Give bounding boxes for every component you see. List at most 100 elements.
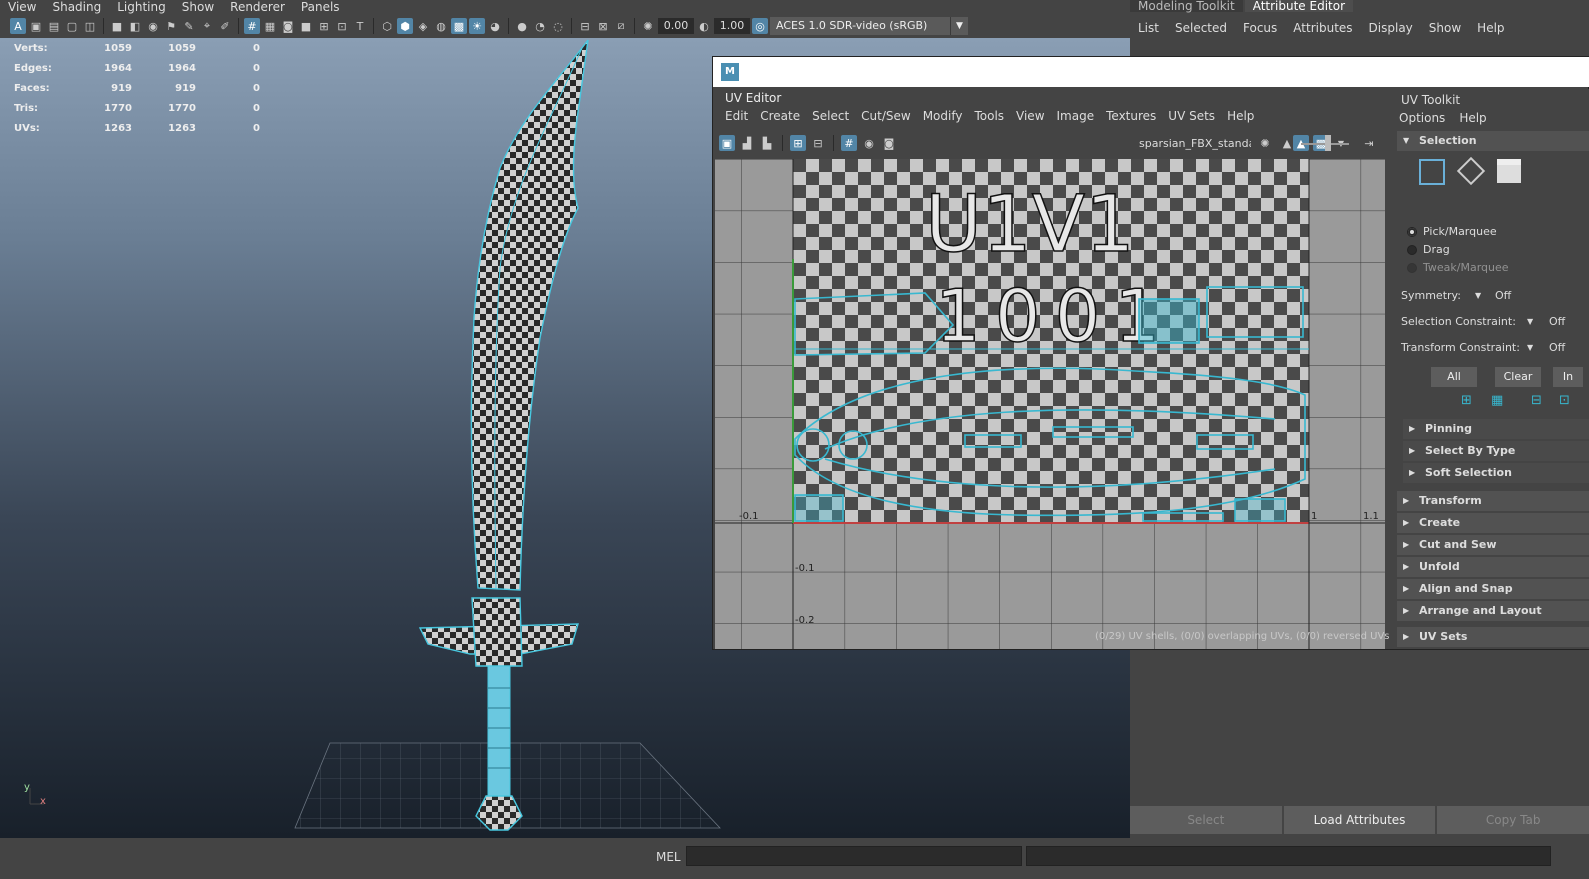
menu-options[interactable]: Options bbox=[1399, 109, 1459, 127]
uv-stack2-icon[interactable]: ▙ bbox=[759, 135, 775, 151]
section-uv-sets[interactable]: UV Sets bbox=[1397, 627, 1589, 647]
xray-icon[interactable]: ⊠ bbox=[595, 18, 611, 34]
exposure-icon[interactable]: ✺ bbox=[640, 18, 656, 34]
wireframe-on-shaded-icon[interactable]: ◈ bbox=[415, 18, 431, 34]
color-space-dropdown[interactable]: ACES 1.0 SDR-video (sRGB) ▼ bbox=[770, 17, 968, 35]
resolution-gate-icon[interactable]: ◙ bbox=[280, 18, 296, 34]
section-cut-and-sew[interactable]: Cut and Sew bbox=[1397, 535, 1589, 555]
mode-tweak-marquee[interactable]: Tweak/Marquee bbox=[1407, 261, 1509, 274]
mode-drag[interactable]: Drag bbox=[1407, 243, 1450, 256]
menu-selected[interactable]: Selected bbox=[1167, 18, 1235, 38]
section-soft-selection[interactable]: Soft Selection bbox=[1403, 463, 1589, 483]
gamma-field[interactable]: 1.00 bbox=[714, 18, 750, 34]
exposure-icon[interactable]: ✺ bbox=[1257, 135, 1273, 151]
grid-icon[interactable]: # bbox=[244, 18, 260, 34]
section-selection[interactable]: Selection bbox=[1397, 131, 1589, 151]
section-align-and-snap[interactable]: Align and Snap bbox=[1397, 579, 1589, 599]
select-border-icon[interactable]: ⊞ bbox=[1461, 393, 1472, 408]
frame-icon[interactable]: ▣ bbox=[28, 18, 44, 34]
shadows-icon[interactable]: ◕ bbox=[487, 18, 503, 34]
grease-pencil-icon[interactable]: ✎ bbox=[181, 18, 197, 34]
motion-blur-icon[interactable]: ◔ bbox=[532, 18, 548, 34]
section-transform[interactable]: Transform bbox=[1397, 491, 1589, 511]
default-material-icon[interactable]: ◍ bbox=[433, 18, 449, 34]
gamma-icon[interactable]: ◐ bbox=[696, 18, 712, 34]
exposure-slider-handle[interactable] bbox=[1325, 135, 1331, 151]
menu-view[interactable]: View bbox=[1010, 107, 1050, 125]
menu-image[interactable]: Image bbox=[1051, 107, 1101, 125]
menu-select[interactable]: Select bbox=[806, 107, 855, 125]
gate-mask-icon[interactable]: ■ bbox=[298, 18, 314, 34]
select-all-button[interactable]: All bbox=[1431, 367, 1477, 387]
mode-pick-marquee[interactable]: Pick/Marquee bbox=[1407, 225, 1497, 238]
mel-label[interactable]: MEL bbox=[656, 850, 681, 864]
menu-create[interactable]: Create bbox=[754, 107, 806, 125]
xray-joints-icon[interactable]: ⧄ bbox=[613, 18, 629, 34]
load-attributes-button[interactable]: Load Attributes bbox=[1283, 806, 1436, 834]
menu-attributes[interactable]: Attributes bbox=[1285, 18, 1360, 38]
safe-title-icon[interactable]: T bbox=[352, 18, 368, 34]
menu-lighting[interactable]: Lighting bbox=[109, 0, 174, 14]
menu-focus[interactable]: Focus bbox=[1235, 18, 1285, 38]
grid-display-icon[interactable]: ⊞ bbox=[790, 135, 806, 151]
camera-icon[interactable]: ■ bbox=[109, 18, 125, 34]
menu-list[interactable]: List bbox=[1130, 18, 1167, 38]
shaded-uv-icon[interactable]: # bbox=[841, 135, 857, 151]
anti-alias-icon[interactable]: ◌ bbox=[550, 18, 566, 34]
safe-action-icon[interactable]: ⊡ bbox=[334, 18, 350, 34]
section-select-by-type[interactable]: Select By Type bbox=[1403, 441, 1589, 461]
lighting-icon[interactable]: ☀ bbox=[469, 18, 485, 34]
section-pinning[interactable]: Pinning bbox=[1403, 419, 1589, 439]
tab-attribute-editor[interactable]: Attribute Editor bbox=[1244, 0, 1354, 12]
menu-textures[interactable]: Textures bbox=[1100, 107, 1162, 125]
wireframe-icon[interactable]: ⬡ bbox=[379, 18, 395, 34]
menu-panels[interactable]: Panels bbox=[293, 0, 348, 14]
field-chart-icon[interactable]: ⊞ bbox=[316, 18, 332, 34]
isolate-select-icon[interactable]: ⊟ bbox=[577, 18, 593, 34]
chevron-down-icon[interactable]: ▼ bbox=[1475, 291, 1495, 300]
edge-select-icon[interactable] bbox=[1456, 156, 1486, 186]
menu-edit[interactable]: Edit bbox=[719, 107, 754, 125]
image-plane-icon[interactable]: ◫ bbox=[82, 18, 98, 34]
texture-name[interactable]: sparsian_FBX_standard bbox=[1139, 137, 1251, 150]
textured-icon[interactable]: ▩ bbox=[451, 18, 467, 34]
uv-stack-icon[interactable]: ▟ bbox=[739, 135, 755, 151]
clear-button[interactable]: Clear bbox=[1495, 367, 1541, 387]
menu-cut-sew[interactable]: Cut/Sew bbox=[855, 107, 917, 125]
camera-attr-icon[interactable]: ◧ bbox=[127, 18, 143, 34]
distortion-icon[interactable]: ◉ bbox=[861, 135, 877, 151]
vertex-select-icon[interactable] bbox=[1419, 159, 1445, 185]
menu-show[interactable]: Show bbox=[174, 0, 222, 14]
menu-shading[interactable]: Shading bbox=[44, 0, 109, 14]
ambient-occlusion-icon[interactable]: ● bbox=[514, 18, 530, 34]
section-unfold[interactable]: Unfold bbox=[1397, 557, 1589, 577]
menu-help[interactable]: Help bbox=[1459, 109, 1500, 127]
tab-modeling-toolkit[interactable]: Modeling Toolkit bbox=[1130, 0, 1243, 12]
image-icon[interactable]: ▲ bbox=[1279, 135, 1295, 151]
lock-camera-icon[interactable]: ◉ bbox=[145, 18, 161, 34]
exposure-field[interactable]: 0.00 bbox=[658, 18, 694, 34]
section-arrange-and-layout[interactable]: Arrange and Layout bbox=[1397, 601, 1589, 621]
transform-constraint-value[interactable]: Off bbox=[1549, 341, 1565, 354]
select-camera-icon[interactable]: A bbox=[10, 18, 26, 34]
pencil-icon[interactable]: ✐ bbox=[217, 18, 233, 34]
flag-icon[interactable]: ⚑ bbox=[163, 18, 179, 34]
film-gate-icon[interactable]: ▢ bbox=[64, 18, 80, 34]
uv-shell-icon[interactable]: ▣ bbox=[719, 135, 735, 151]
uv-canvas[interactable]: U1V1 1001 -0.1 1 1.1 -0.1 -0.2 bbox=[715, 159, 1385, 649]
select-grow-icon[interactable]: ⊡ bbox=[1559, 393, 1570, 408]
symmetry-value[interactable]: Off bbox=[1495, 289, 1511, 302]
select-button[interactable]: Select bbox=[1130, 806, 1282, 834]
invert-button[interactable]: In bbox=[1553, 367, 1583, 387]
bookmark-icon[interactable]: ▤ bbox=[46, 18, 62, 34]
face-select-icon[interactable] bbox=[1497, 159, 1521, 183]
menu-modify[interactable]: Modify bbox=[917, 107, 969, 125]
film-icon[interactable]: ▦ bbox=[262, 18, 278, 34]
uv-icon[interactable]: ⌖ bbox=[199, 18, 215, 34]
pixel-snap-icon[interactable]: ⊟ bbox=[810, 135, 826, 151]
copy-tab-button[interactable]: Copy Tab bbox=[1437, 806, 1589, 834]
chevron-down-icon[interactable]: ▼ bbox=[1527, 317, 1549, 326]
color-management-icon[interactable]: ◎ bbox=[752, 18, 768, 34]
select-shortest-edge-icon[interactable]: ⊟ bbox=[1531, 393, 1542, 408]
section-create[interactable]: Create bbox=[1397, 513, 1589, 533]
